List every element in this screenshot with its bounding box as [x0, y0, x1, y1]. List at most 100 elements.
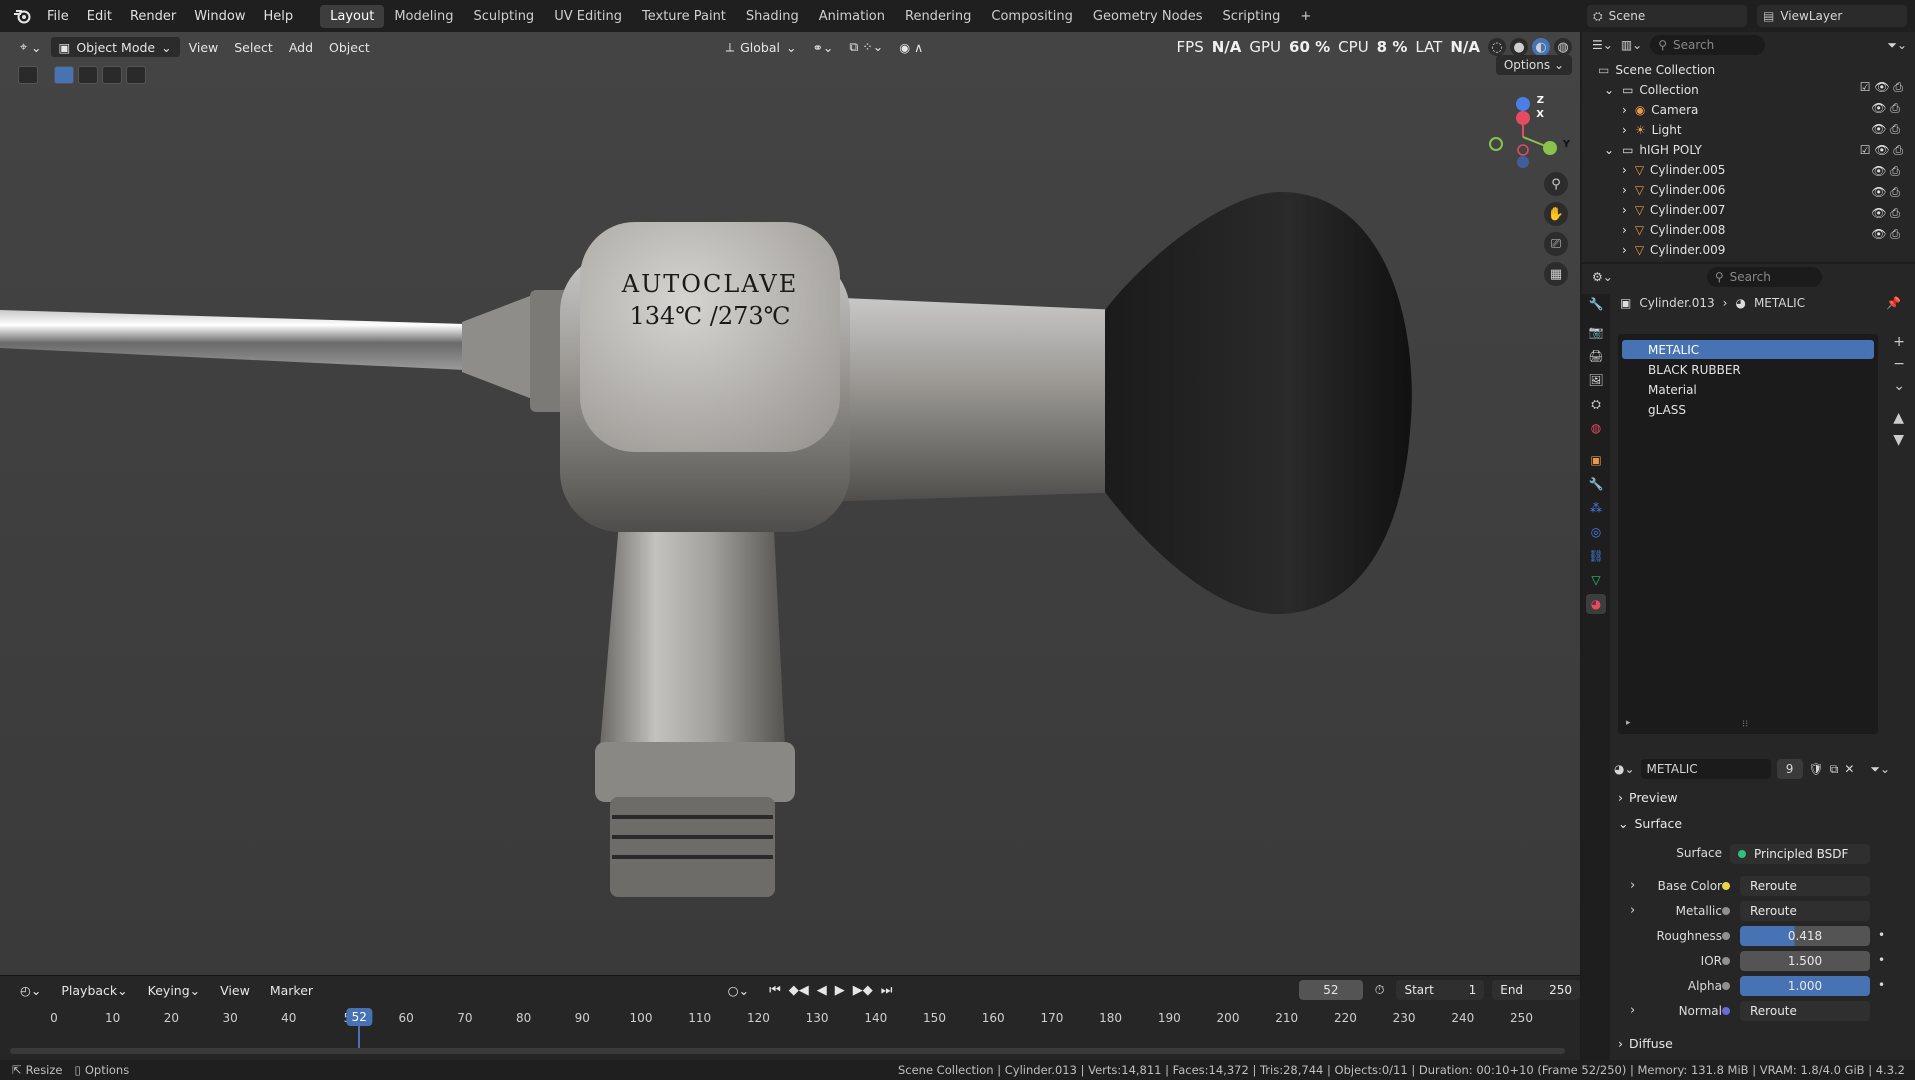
- camera-view-icon[interactable]: ⎚: [1544, 232, 1568, 256]
- pin-icon[interactable]: 📌: [1886, 296, 1901, 310]
- current-frame-field[interactable]: 52: [1299, 980, 1363, 1000]
- output-tab-icon[interactable]: 🖨: [1586, 346, 1606, 366]
- subtract-selection-icon[interactable]: [102, 66, 122, 84]
- menu-view[interactable]: View: [181, 36, 227, 58]
- particles-tab-icon[interactable]: ⁂: [1586, 498, 1606, 518]
- tab-texture-paint[interactable]: Texture Paint: [632, 5, 736, 28]
- solid-shading-icon[interactable]: ●: [1510, 38, 1528, 56]
- move-down-icon[interactable]: ▼: [1893, 432, 1905, 448]
- outliner-search-input[interactable]: ⚲ Search: [1650, 35, 1766, 55]
- section-preview[interactable]: › Preview: [1618, 790, 1678, 805]
- object-mode-dropdown[interactable]: ▣ Object Mode ⌄: [49, 36, 181, 58]
- tab-uv-editing[interactable]: UV Editing: [544, 5, 632, 28]
- eye-icon[interactable]: 👁 ⎙: [1860, 227, 1903, 242]
- socket-icon[interactable]: [1722, 932, 1730, 940]
- pivot-icon[interactable]: ⚭⌄: [804, 36, 841, 58]
- material-tab-icon[interactable]: ◕: [1586, 594, 1606, 614]
- snap-icon[interactable]: ⧉ ⁘⌄: [841, 36, 891, 58]
- eye-icon[interactable]: 👁 ⎙: [1860, 164, 1903, 179]
- blender-logo-icon[interactable]: [12, 6, 32, 26]
- add-workspace-icon[interactable]: +: [1290, 5, 1321, 28]
- timeline-scrollbar[interactable]: [10, 1048, 1565, 1054]
- extend-selection-icon[interactable]: [78, 66, 98, 84]
- tab-modeling[interactable]: Modeling: [384, 5, 463, 28]
- proportional-edit-icon[interactable]: ◉ ∧: [891, 36, 931, 58]
- eye-icon[interactable]: 👁 ⎙: [1860, 101, 1903, 116]
- eye-icon[interactable]: ☑ 👁 ⎙: [1860, 143, 1903, 158]
- menu-window[interactable]: Window: [185, 9, 254, 24]
- param-value-field[interactable]: Reroute: [1740, 1001, 1870, 1021]
- menu-object[interactable]: Object: [321, 36, 378, 58]
- pan-hand-icon[interactable]: ✋: [1544, 202, 1568, 226]
- object-tab-icon[interactable]: ▣: [1586, 450, 1606, 470]
- tab-geometry-nodes[interactable]: Geometry Nodes: [1083, 5, 1213, 28]
- outliner-editor-type-icon[interactable]: ☰⌄: [1592, 38, 1613, 52]
- material-slot-item[interactable]: Material: [1622, 380, 1874, 399]
- 3d-viewport[interactable]: AUTOCLAVE 134℃ /273℃ ⌖ ⌄ ▣ Object Mode ⌄ …: [0, 32, 1580, 975]
- zoom-icon[interactable]: ⚲: [1544, 172, 1568, 196]
- new-selection-icon[interactable]: [54, 66, 74, 84]
- wireframe-shading-icon[interactable]: ◌: [1488, 38, 1506, 56]
- param-value-field[interactable]: 0.418: [1740, 926, 1870, 946]
- world-tab-icon[interactable]: ◍: [1586, 418, 1606, 438]
- menu-select[interactable]: Select: [226, 36, 281, 58]
- jump-end-icon[interactable]: ⏭: [881, 983, 893, 998]
- section-diffuse[interactable]: › Diffuse: [1618, 1036, 1673, 1051]
- display-mode-icon[interactable]: ▥⌄: [1621, 38, 1642, 52]
- next-keyframe-icon[interactable]: ▶◆: [853, 983, 873, 998]
- outliner-row-object[interactable]: › ▽ Cylinder.009: [1582, 240, 1915, 260]
- tab-sculpting[interactable]: Sculpting: [463, 5, 544, 28]
- menu-playback[interactable]: Playback ⌄: [53, 979, 135, 1001]
- tab-rendering[interactable]: Rendering: [895, 5, 981, 28]
- menu-file[interactable]: File: [38, 9, 78, 24]
- playhead-frame-badge[interactable]: 52: [346, 1008, 372, 1026]
- tab-layout[interactable]: Layout: [320, 4, 385, 28]
- properties-editor-type-icon[interactable]: ⚙⌄: [1592, 270, 1613, 284]
- socket-icon[interactable]: [1722, 957, 1730, 965]
- unlink-material-icon[interactable]: ✕: [1844, 762, 1854, 776]
- render-tab-icon[interactable]: 📷: [1586, 322, 1606, 342]
- outliner-row-scene-collection[interactable]: ▭ Scene Collection: [1582, 60, 1915, 80]
- end-frame-field[interactable]: End 250: [1492, 980, 1580, 1000]
- list-resize-handle-icon[interactable]: ⁝⁝: [1742, 719, 1748, 730]
- eye-icon[interactable]: ☑ 👁 ⎙: [1860, 80, 1903, 95]
- keyframe-dot-icon[interactable]: •: [1878, 928, 1885, 942]
- intersect-selection-icon[interactable]: [126, 66, 146, 84]
- param-value-field[interactable]: 1.000: [1740, 976, 1870, 996]
- navigation-gizmo[interactable]: [1478, 92, 1568, 182]
- menu-render[interactable]: Render: [121, 9, 185, 24]
- transform-orientation-dropdown[interactable]: ⟂ Global ⌄: [718, 36, 805, 58]
- data-tab-icon[interactable]: ▽: [1586, 570, 1606, 590]
- physics-tab-icon[interactable]: ◎: [1586, 522, 1606, 542]
- tab-scripting[interactable]: Scripting: [1213, 5, 1291, 28]
- editor-type-button[interactable]: ⌖ ⌄: [12, 36, 50, 58]
- param-value-field[interactable]: 1.500: [1740, 951, 1870, 971]
- tab-compositing[interactable]: Compositing: [981, 5, 1083, 28]
- socket-icon[interactable]: [1722, 882, 1730, 890]
- param-value-field[interactable]: Reroute: [1740, 876, 1870, 896]
- perspective-grid-icon[interactable]: ▦: [1544, 262, 1568, 286]
- socket-icon[interactable]: [1722, 982, 1730, 990]
- tab-animation[interactable]: Animation: [809, 5, 895, 28]
- tool-tab-icon[interactable]: 🔧: [1586, 294, 1606, 314]
- timeline-ruler[interactable]: 0102030405607080901001101201301401501601…: [0, 1008, 1580, 1052]
- menu-add[interactable]: Add: [281, 36, 321, 58]
- add-slot-icon[interactable]: +: [1893, 334, 1905, 350]
- start-frame-field[interactable]: Start 1: [1396, 980, 1485, 1000]
- timeline-editor-type-icon[interactable]: ◴⌄: [12, 979, 49, 1001]
- material-slot-item[interactable]: METALIC: [1622, 340, 1874, 359]
- eye-icon[interactable]: 👁 ⎙: [1860, 185, 1903, 200]
- modifier-tab-icon[interactable]: 🔧: [1586, 474, 1606, 494]
- menu-keying[interactable]: Keying ⌄: [140, 979, 208, 1001]
- keyframe-dot-icon[interactable]: •: [1878, 953, 1885, 967]
- material-browse-icon[interactable]: ◕⌄: [1614, 762, 1635, 776]
- select-box-tool-icon[interactable]: [18, 66, 38, 84]
- remove-slot-icon[interactable]: −: [1893, 356, 1905, 372]
- socket-icon[interactable]: [1722, 1007, 1730, 1015]
- socket-icon[interactable]: [1722, 907, 1730, 915]
- tab-shading[interactable]: Shading: [736, 5, 809, 28]
- eye-icon[interactable]: 👁 ⎙: [1860, 122, 1903, 137]
- move-up-icon[interactable]: ▲: [1893, 410, 1905, 426]
- fake-user-icon[interactable]: 🛡: [1809, 762, 1824, 776]
- scene-selector[interactable]: ⛭ Scene: [1587, 5, 1747, 27]
